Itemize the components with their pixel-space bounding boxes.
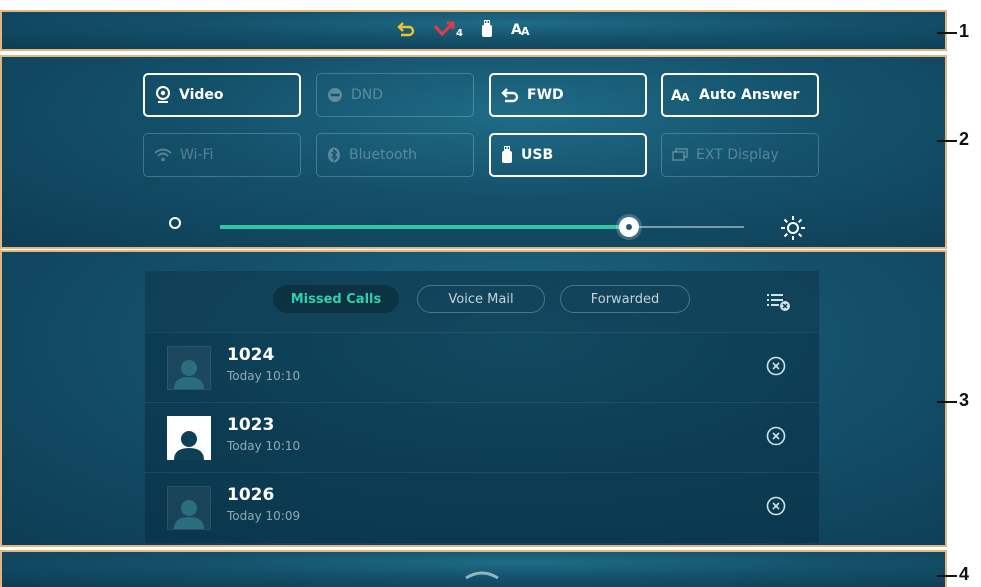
callout-label-1: 1 [959,21,970,41]
tab-voice-mail[interactable]: Voice Mail [417,285,545,313]
dismiss-icon[interactable] [765,355,787,377]
callout-label-4: 4 [959,564,970,584]
notification-tabs: Missed Calls Voice Mail Forwarded [145,271,819,331]
wifi-icon [154,148,172,162]
dismiss-icon[interactable] [765,495,787,517]
usb-button[interactable]: USB [489,133,647,177]
tab-forwarded[interactable]: Forwarded [560,285,690,313]
tab-missed-calls[interactable]: Missed Calls [273,285,399,313]
wifi-button[interactable]: Wi-Fi [143,133,301,177]
call-time: Today 10:09 [227,509,301,523]
avatar [167,346,211,390]
brightness-slider-fill [220,225,629,229]
brightness-slider-knob[interactable] [618,217,639,237]
fwd-button[interactable]: FWD [489,73,647,117]
contact-icon [174,431,204,460]
video-button[interactable]: Video [143,73,301,117]
callout-line-3 [937,401,957,403]
callout-line-2 [937,140,957,142]
bluetooth-button[interactable]: Bluetooth [316,133,474,177]
call-time: Today 10:10 [227,369,301,383]
missed-count-badge: 4 [456,28,463,39]
ext-display-label: EXT Display [696,147,779,163]
caller-number: 1026 [227,485,275,505]
caller-number: 1023 [227,415,275,435]
brightness-low-icon [169,217,181,229]
missed-call-icon: 4 [433,18,463,39]
camera-icon [156,86,170,103]
auto-answer-icon: AA [511,21,533,37]
bottom-bar [0,550,947,587]
missed-call-row[interactable]: 1024 Today 10:10 [145,332,819,403]
auto-answer-icon: AA [671,88,690,103]
notification-panel: Missed Calls Voice Mail Forwarded 1024 T… [0,250,947,547]
chevron-up-icon[interactable] [462,570,502,580]
dnd-button[interactable]: DND [316,73,474,117]
dnd-label: DND [351,87,384,103]
brightness-slider[interactable] [220,217,744,237]
contact-icon [174,500,204,529]
wifi-label: Wi-Fi [180,147,214,163]
dismiss-icon[interactable] [765,425,787,447]
display-icon [672,148,688,161]
forward-icon [397,21,415,37]
svg-text:A: A [521,25,530,37]
status-icons: 4 AA [397,18,533,39]
usb-icon [502,146,512,163]
quick-settings-panel: Video DND FWD AA Auto Answer Wi-Fi Bluet… [0,55,947,249]
forward-icon [501,88,519,103]
missed-call-row[interactable]: 1023 Today 10:10 [145,402,819,473]
status-bar: 4 AA [0,10,947,51]
bluetooth-label: Bluetooth [349,147,417,163]
auto-answer-button[interactable]: AA Auto Answer [661,73,819,117]
usb-icon [481,19,493,38]
contact-icon [174,360,204,389]
dnd-icon [328,88,342,102]
usb-label: USB [521,147,554,163]
video-label: Video [179,87,224,103]
avatar [167,416,211,460]
ext-display-button[interactable]: EXT Display [661,133,819,177]
clear-all-icon[interactable] [765,291,795,313]
callout-label-2: 2 [959,129,970,149]
brightness-high-icon [781,216,805,240]
auto-answer-label: Auto Answer [699,87,800,103]
notification-center: Missed Calls Voice Mail Forwarded 1024 T… [145,271,819,543]
call-time: Today 10:10 [227,439,301,453]
bluetooth-icon [328,147,340,163]
missed-call-row[interactable]: 1026 Today 10:09 [145,472,819,543]
callout-line-1 [937,32,957,34]
avatar [167,486,211,530]
svg-text:A: A [681,91,690,103]
caller-number: 1024 [227,345,275,365]
callout-label-3: 3 [959,390,970,410]
callout-line-4 [937,575,957,577]
fwd-label: FWD [527,87,564,103]
